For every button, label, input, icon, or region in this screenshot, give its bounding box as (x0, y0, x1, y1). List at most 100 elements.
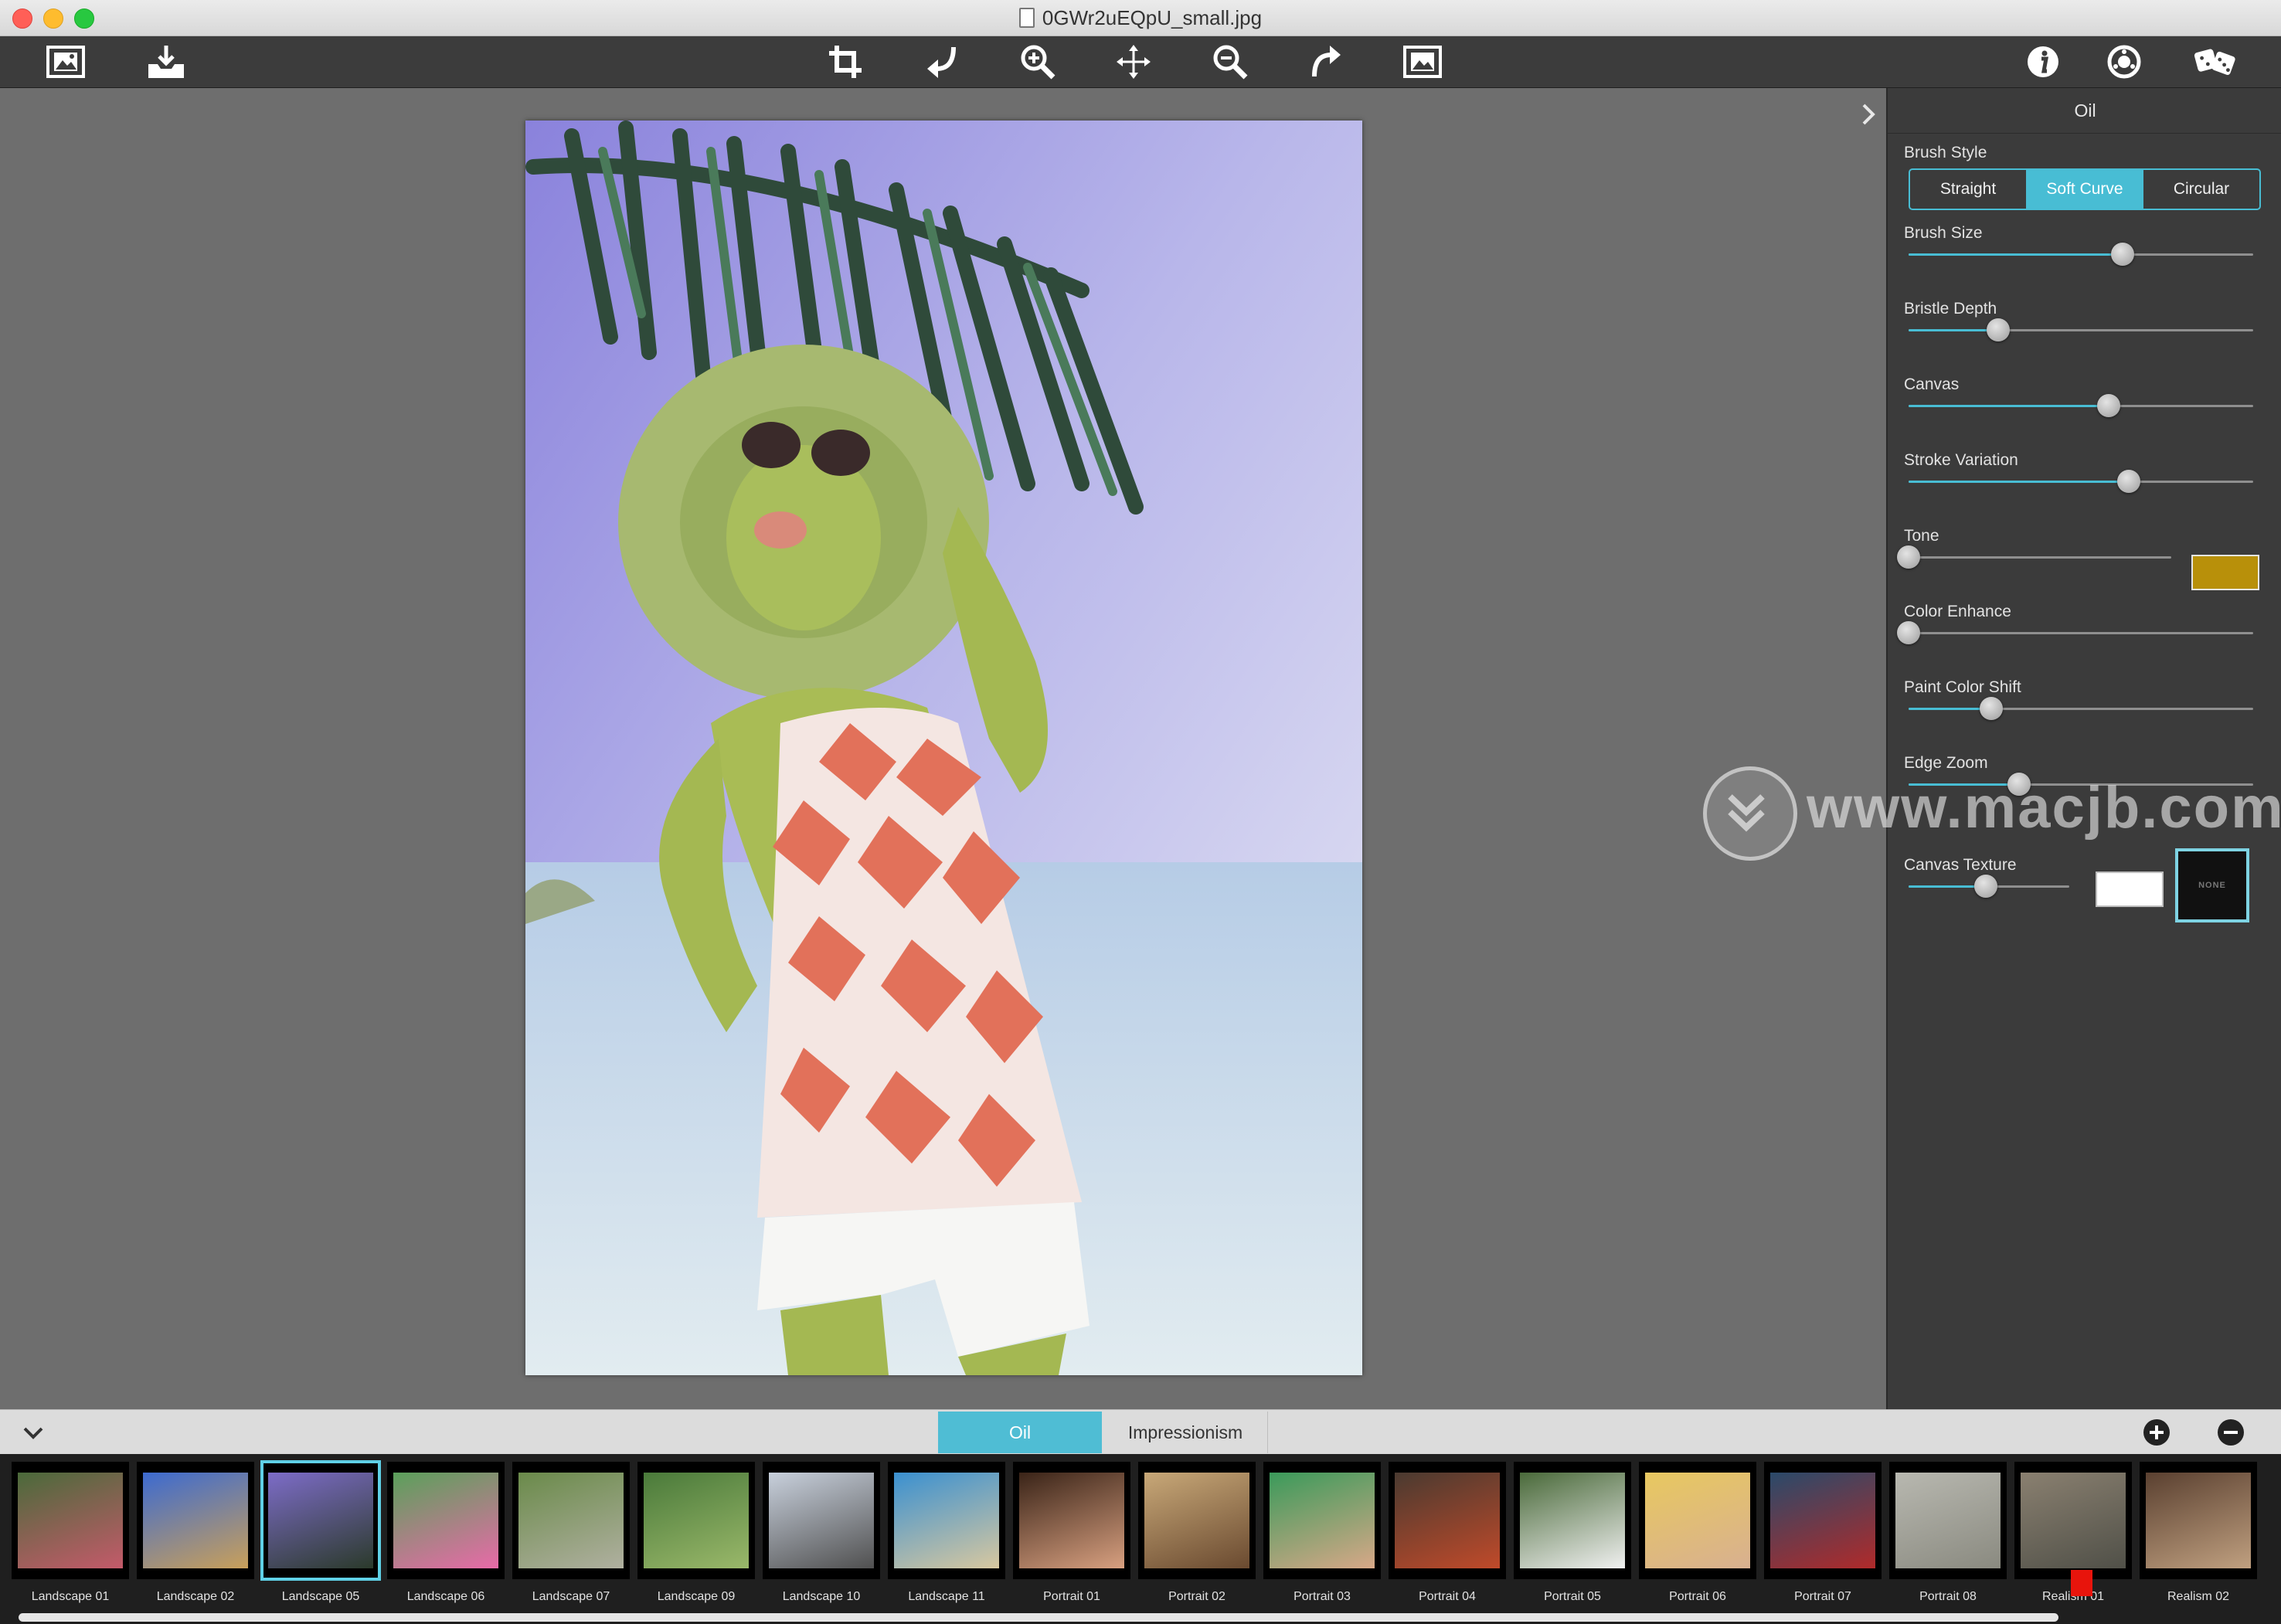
preset-thumbnail-image (1144, 1473, 1249, 1568)
document-icon (1018, 8, 1035, 28)
canvas-texture-white-swatch[interactable] (2096, 871, 2164, 907)
slider-thumb[interactable] (1986, 318, 2010, 341)
move-icon[interactable] (1111, 42, 1156, 81)
preset-thumbnail[interactable] (1514, 1462, 1631, 1579)
window-title-text: 0GWr2uEQpU_small.jpg (1042, 6, 1263, 29)
slider-thumb[interactable] (2096, 394, 2120, 417)
preset-strip-scrollbar[interactable] (19, 1613, 2058, 1622)
title-bar: 0GWr2uEQpU_small.jpg (0, 0, 2281, 36)
preset-category-bar: Oil Impressionism (0, 1409, 2281, 1455)
preset-thumbnail[interactable] (1639, 1462, 1756, 1579)
slider-fill (1909, 253, 2123, 256)
toolbar (0, 36, 2281, 88)
preset-thumbnail[interactable] (2140, 1462, 2257, 1579)
preset-thumbnail[interactable] (763, 1462, 880, 1579)
preset-thumbnail[interactable] (1889, 1462, 2007, 1579)
preset-thumbnail[interactable] (888, 1462, 1005, 1579)
save-icon[interactable] (144, 42, 189, 81)
preset-label: Landscape 06 (406, 1590, 485, 1603)
fit-image-icon[interactable] (1400, 42, 1445, 81)
open-image-icon[interactable] (43, 42, 88, 81)
slider-fill (1909, 708, 1992, 710)
brush-style-soft-curve[interactable]: Soft Curve (2027, 170, 2143, 209)
slider-track[interactable] (1909, 318, 2253, 341)
preset-thumbnail-image (518, 1473, 624, 1568)
brush-style-straight[interactable]: Straight (1910, 170, 2027, 209)
preset-thumbnail-image (2021, 1473, 2126, 1568)
tone-color-swatch[interactable] (2191, 555, 2259, 590)
slider-fill (1909, 329, 1998, 331)
zoom-in-icon[interactable] (1015, 42, 1060, 81)
preset-label: Realism 02 (2167, 1590, 2230, 1603)
random-dice-icon[interactable] (2193, 42, 2238, 81)
preset-strip: Landscape 01 Landscape 02 Landscape 05 Land… (0, 1454, 2281, 1624)
canvas-texture-slider-thumb[interactable] (1973, 875, 1997, 898)
canvas-area[interactable] (0, 88, 1885, 1409)
preset-thumbnail[interactable] (1138, 1462, 1256, 1579)
canvas-texture-none-swatch[interactable]: NONE (2175, 848, 2249, 922)
preset-thumbnail[interactable] (637, 1462, 755, 1579)
crop-icon[interactable] (823, 42, 868, 81)
slider-thumb[interactable] (1980, 697, 2004, 720)
slider-track[interactable] (1909, 470, 2253, 493)
preset-thumbnail[interactable] (260, 1460, 381, 1581)
canvas-texture-label: Canvas Texture (1904, 856, 2017, 874)
slider-thumb[interactable] (1897, 545, 1920, 569)
preset-thumbnail[interactable] (1013, 1462, 1130, 1579)
plus-circle-icon[interactable] (2142, 1418, 2171, 1447)
preset-thumbnail[interactable] (1263, 1462, 1381, 1579)
preset-label: Portrait 04 (1419, 1590, 1476, 1603)
preset-thumbnail[interactable] (1389, 1462, 1506, 1579)
watermark-logo-icon (1703, 766, 1797, 861)
preset-thumbnail[interactable] (512, 1462, 630, 1579)
painted-image[interactable] (525, 121, 1362, 1375)
slider-label: Bristle Depth (1904, 300, 1997, 318)
rotate-left-icon[interactable] (920, 42, 964, 81)
preset-thumbnail-image (1895, 1473, 2001, 1568)
settings-icon[interactable] (2102, 42, 2147, 81)
minus-circle-icon[interactable] (2216, 1418, 2245, 1447)
slider-thumb[interactable] (1897, 621, 1920, 644)
canvas-texture-slider[interactable] (1909, 875, 2069, 898)
rotate-right-icon[interactable] (1304, 42, 1348, 81)
preset-thumbnail-image (1770, 1473, 1875, 1568)
preset-thumbnail-image (2146, 1473, 2251, 1568)
preset-label: Landscape 02 (156, 1590, 235, 1603)
window-title: 0GWr2uEQpU_small.jpg (0, 6, 2281, 30)
preset-label: Landscape 11 (908, 1590, 985, 1603)
slider-thumb[interactable] (2117, 470, 2141, 493)
preset-thumbnail[interactable] (1764, 1462, 1882, 1579)
preset-label: Landscape 05 (281, 1590, 360, 1603)
brush-style-circular[interactable]: Circular (2143, 170, 2259, 209)
info-icon[interactable] (2021, 42, 2065, 81)
preset-thumbnail[interactable] (12, 1462, 129, 1579)
preset-thumbnail-image (1019, 1473, 1124, 1568)
slider-fill (1909, 481, 2130, 483)
collapse-chevron-icon[interactable] (20, 1421, 46, 1444)
slider-label: Tone (1904, 527, 1939, 545)
preset-label: Portrait 06 (1669, 1590, 1726, 1603)
slider-fill (1909, 405, 2109, 407)
slider-track[interactable] (1897, 545, 2171, 569)
slider-label: Paint Color Shift (1904, 678, 2021, 696)
slider-thumb[interactable] (2110, 243, 2134, 266)
preset-thumbnail-image (1395, 1473, 1500, 1568)
preset-thumbnail[interactable] (2014, 1462, 2132, 1579)
zoom-out-icon[interactable] (1208, 42, 1253, 81)
slider-track[interactable] (1909, 697, 2253, 720)
brush-style-segmented-control[interactable]: Straight Soft Curve Circular (1909, 168, 2261, 210)
tab-oil[interactable]: Oil (938, 1412, 1102, 1453)
slider-track[interactable] (1909, 394, 2253, 417)
preset-label: Portrait 05 (1544, 1590, 1601, 1603)
preset-thumbnail[interactable] (387, 1462, 505, 1579)
expand-panel-chevron-icon[interactable] (1854, 100, 1882, 128)
slider-track[interactable] (1909, 243, 2253, 266)
slider-track[interactable] (1897, 621, 2253, 644)
slider-label: Edge Zoom (1904, 754, 1988, 772)
dmz-logo-mark (2071, 1570, 2092, 1596)
tab-impressionism[interactable]: Impressionism (1103, 1412, 1268, 1453)
preset-thumbnail[interactable] (137, 1462, 254, 1579)
preset-thumbnail-image (1520, 1473, 1625, 1568)
settings-panel: Oil Brush Style Straight Soft Curve Circ… (1886, 88, 2281, 1409)
preset-label: Portrait 07 (1794, 1590, 1851, 1603)
